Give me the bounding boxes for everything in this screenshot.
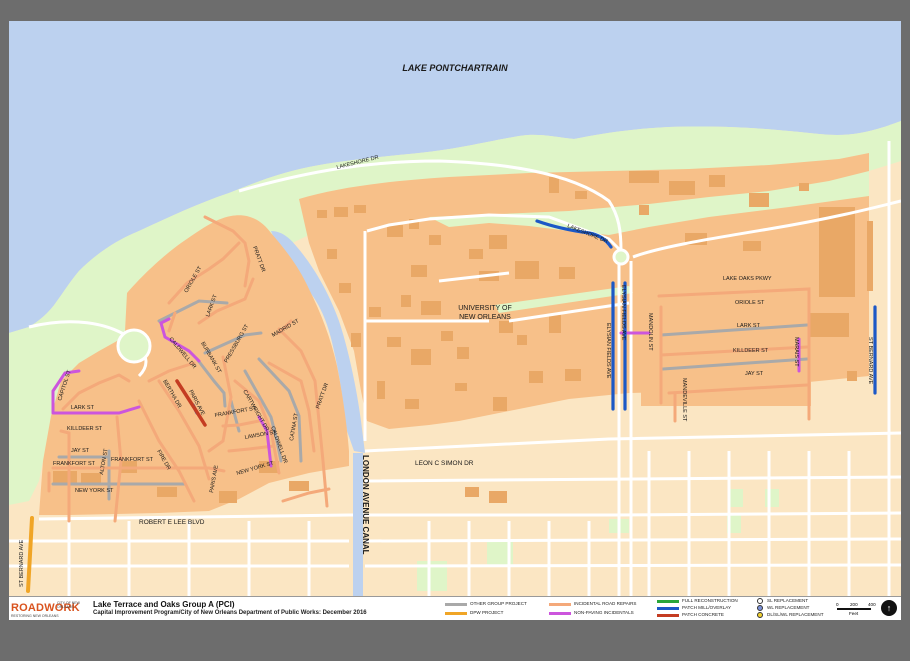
label-killdeer-st-west: KILLDEER ST [67, 426, 103, 432]
dl-sl-wl-replacement-icon [757, 612, 763, 618]
scale-tick-0: 0 [836, 602, 839, 607]
label-lark-st-w2: LARK ST [71, 405, 95, 411]
legend-dl-sl-wl: DL/SL/WL REPLACEMENT [767, 612, 824, 617]
scale-tick-400: 400 [868, 602, 876, 607]
street-map[interactable]: LAKE PONTCHARTRAIN UNIVERSITY OF NEW ORL… [9, 21, 901, 596]
scale-bar: 0 200 400 Feet [836, 602, 880, 616]
roadwork-logo: ROADWORK CITY OF NEW ORLEANS RESTORING N… [11, 600, 91, 618]
label-lark-st-east: LARK ST [737, 323, 761, 329]
legend-non-paving: NON-PAVING INCIDENTALS [574, 610, 634, 615]
legend-bar: ROADWORK CITY OF NEW ORLEANS RESTORING N… [9, 596, 901, 620]
label-lake-oaks-pkwy: LAKE OAKS PKWY [723, 276, 772, 282]
lake-label: LAKE PONTCHARTRAIN [402, 63, 508, 73]
map-title: Lake Terrace and Oaks Group A (PCI) [93, 600, 235, 609]
wl-replacement-icon [757, 605, 763, 611]
legend-sl: SL REPLACEMENT [767, 598, 809, 603]
scale-seg-2 [854, 608, 871, 610]
map-frame: LAKE PONTCHARTRAIN UNIVERSITY OF NEW ORL… [9, 21, 901, 620]
north-arrow-icon: ↑ [881, 600, 897, 616]
campus-label-2: NEW ORLEANS [459, 314, 511, 321]
legend-full-reconstruction: FULL RECONSTRUCTION [682, 598, 738, 603]
campus-label-1: UNIVERSITY OF [458, 305, 512, 312]
label-jay-st-west: JAY ST [71, 448, 90, 454]
label-elysian-fields-1: ELYSIAN FIELDS AVE [605, 323, 611, 379]
legend-dpw: DPW PROJECT [470, 610, 504, 615]
sl-replacement-icon [757, 598, 763, 604]
label-killdeer-st-east: KILLDEER ST [733, 348, 769, 354]
swatch-other-group [445, 603, 467, 606]
logo-city: CITY OF NEW ORLEANS [57, 601, 80, 609]
label-new-york-st: NEW YORK ST [75, 488, 114, 494]
label-frankfort-st-2: FRANKFORT ST [111, 457, 154, 463]
swatch-non-paving [549, 612, 571, 615]
scale-tick-200: 200 [850, 602, 858, 607]
label-leon-c-simon: LEON C SIMON DR [415, 460, 474, 467]
swatch-patch-mill [657, 607, 679, 610]
legend-other-group: OTHER GROUP PROJECT [470, 601, 527, 606]
label-mandolin-st: MANDOLIN ST [647, 313, 653, 351]
roundabout [116, 328, 152, 364]
roundabout-east [612, 248, 630, 266]
canal-label: LONDON AVENUE CANAL [361, 455, 370, 555]
label-frankfort-st: FRANKFORT ST [53, 461, 96, 467]
scale-seg-1 [837, 608, 854, 610]
swatch-dpw [445, 612, 467, 615]
swatch-patch-concrete [657, 614, 679, 617]
scale-unit: Feet [849, 611, 859, 616]
label-st-bernard-ave: ST BERNARD AVE [867, 337, 873, 385]
label-marais-st: MARAIS ST [793, 337, 799, 367]
label-oriole-st-east: ORIOLE ST [735, 300, 765, 306]
swatch-full-reconstruction [657, 600, 679, 603]
page: { "colors": { "water": "#bcd1ef", "green… [0, 0, 910, 661]
legend-wl: WL REPLACEMENT [767, 605, 810, 610]
logo-sub: RESTORING NEW ORLEANS [11, 614, 59, 618]
label-dpw-street: ST BERNARD AVE [19, 539, 25, 587]
swatch-incidental [549, 603, 571, 606]
legend-incidental: INCIDENTAL ROAD REPAIRS [574, 601, 637, 606]
legend-patch-mill: PATCH MILL/OVERLAY [682, 605, 732, 610]
label-elysian-fields-2: ELYSIAN FIELDS AVE [620, 285, 626, 341]
label-mandeville-st: MANDEVILLE ST [681, 378, 687, 422]
map-subtitle: Capital Improvement Program/City of New … [93, 610, 367, 616]
label-jay-st-east: JAY ST [745, 371, 764, 377]
label-robert-e-lee: ROBERT E LEE BLVD [139, 519, 205, 526]
legend-patch-concrete: PATCH CONCRETE [682, 612, 724, 617]
